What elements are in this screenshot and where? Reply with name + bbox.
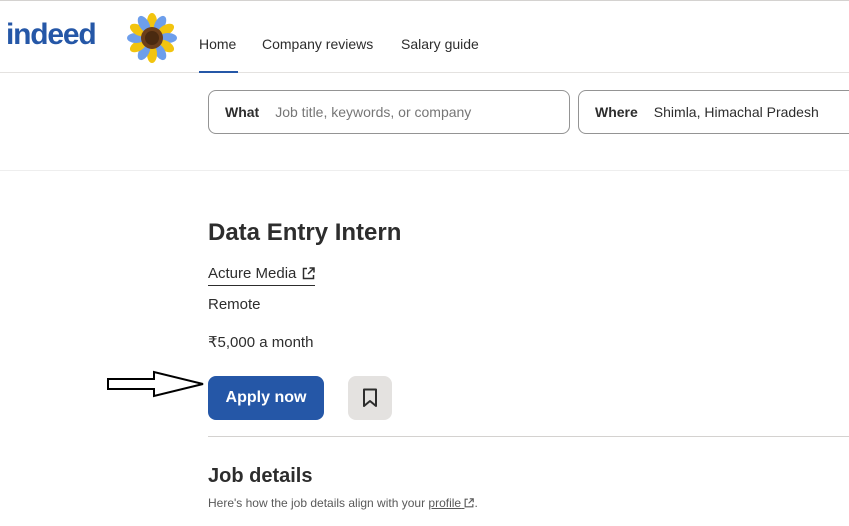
nav-salary-guide[interactable]: Salary guide bbox=[401, 36, 479, 52]
what-label: What bbox=[225, 104, 260, 120]
job-location: Remote bbox=[208, 296, 261, 313]
job-details-subtext: Here's how the job details align with yo… bbox=[208, 496, 478, 510]
job-title: Data Entry Intern bbox=[208, 219, 402, 246]
nav-company-reviews[interactable]: Company reviews bbox=[262, 36, 373, 52]
nav-home[interactable]: Home bbox=[199, 36, 236, 52]
top-navigation-bar: indeed Home Company reviews Salary guide bbox=[0, 0, 849, 73]
what-input[interactable] bbox=[275, 104, 536, 120]
profile-link-label: profile bbox=[428, 496, 462, 510]
apply-now-button[interactable]: Apply now bbox=[208, 376, 324, 420]
job-salary: ₹5,000 a month bbox=[208, 334, 314, 351]
arrow-right-icon bbox=[107, 370, 204, 398]
where-input[interactable] bbox=[653, 104, 849, 120]
company-name: Acture Media bbox=[208, 265, 297, 282]
where-search-box[interactable]: Where bbox=[578, 90, 849, 134]
subtext-prefix: Here's how the job details align with yo… bbox=[208, 496, 426, 510]
save-job-button[interactable] bbox=[348, 376, 392, 420]
sunflower-icon bbox=[127, 13, 177, 63]
external-link-icon bbox=[303, 267, 316, 280]
header-divider bbox=[0, 170, 849, 171]
company-link[interactable]: Acture Media bbox=[208, 262, 316, 286]
section-divider bbox=[208, 436, 849, 437]
indeed-logo[interactable]: indeed bbox=[6, 18, 97, 52]
profile-link[interactable]: profile bbox=[428, 496, 475, 510]
subtext-suffix: . bbox=[474, 496, 478, 510]
external-link-icon bbox=[465, 498, 475, 508]
bookmark-icon bbox=[363, 388, 377, 407]
logo-text: indeed bbox=[6, 18, 97, 51]
job-details-heading: Job details bbox=[208, 465, 313, 487]
nav-active-indicator bbox=[199, 71, 238, 73]
where-label: Where bbox=[595, 104, 638, 120]
what-search-box[interactable]: What bbox=[208, 90, 570, 134]
